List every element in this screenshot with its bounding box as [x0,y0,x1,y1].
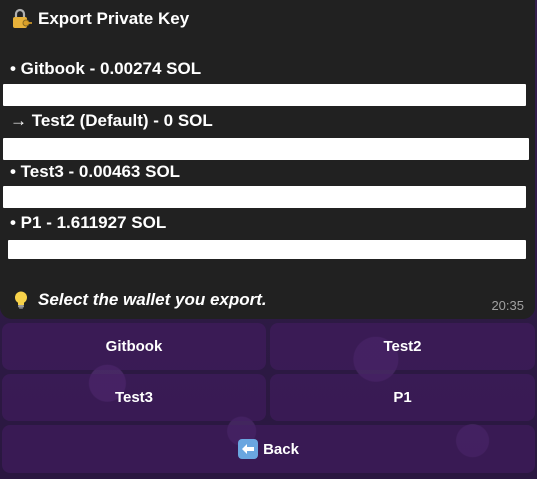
wallet-line-p1: • P1 - 1.611927 SOL [10,213,167,232]
wallet-line-test3: • Test3 - 0.00463 SOL [10,162,181,181]
wallet-line-gitbook: • Gitbook - 0.00274 SOL [10,59,202,78]
wallet-line-test2: → Test2 (Default) - 0 SOL [10,111,213,130]
message-timestamp: 20:35 [491,298,524,313]
left-arrow-icon [238,439,259,459]
keyboard-button-label: P1 [393,389,412,406]
lock-with-key-icon [10,8,32,30]
keyboard-button-back[interactable]: Back [2,425,535,473]
keyboard-button-label: Test3 [114,389,154,406]
title-text: Export Private Key [38,9,190,28]
message-title: Export Private Key [10,6,189,32]
keyboard-button-gitbook[interactable]: Gitbook [2,323,266,370]
hint-text: Select the wallet you export. [38,290,267,309]
redacted-key [3,84,526,106]
keyboard-button-test2[interactable]: Test2 [270,323,535,370]
redacted-key [3,186,526,208]
back-button-label: Back [263,440,299,458]
keyboard-button-test3[interactable]: Test3 [2,374,266,421]
hint-line: Select the wallet you export. [12,288,267,312]
keyboard-button-label: Test2 [383,338,422,355]
bot-message: Export Private Key • Gitbook - 0.00274 S… [0,0,535,319]
redacted-key [8,240,526,259]
redacted-key [3,138,529,160]
keyboard-button-p1[interactable]: P1 [270,374,535,421]
keyboard-button-label: Gitbook [105,338,163,355]
light-bulb-icon [12,290,30,310]
